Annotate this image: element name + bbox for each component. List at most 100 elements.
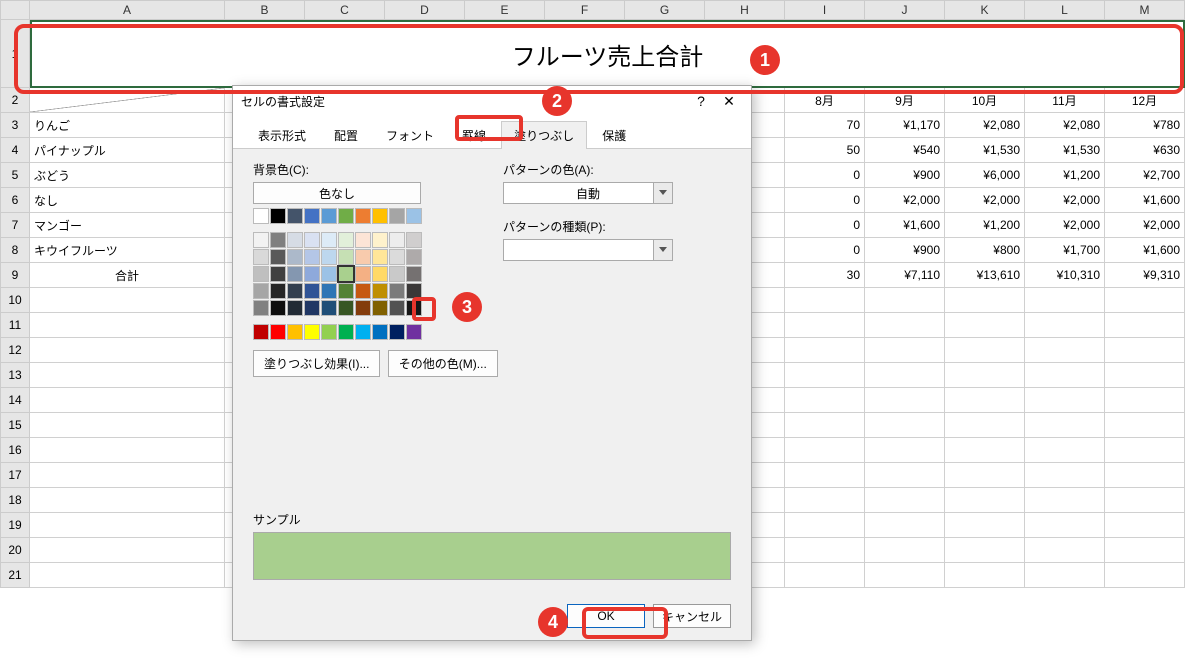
data-cell[interactable]: ¥2,000 xyxy=(1105,213,1185,238)
empty-cell[interactable] xyxy=(30,363,225,388)
empty-cell[interactable] xyxy=(1105,388,1185,413)
empty-cell[interactable] xyxy=(30,488,225,513)
color-swatch[interactable] xyxy=(304,266,320,282)
empty-cell[interactable] xyxy=(785,488,865,513)
empty-cell[interactable] xyxy=(945,363,1025,388)
color-swatch[interactable] xyxy=(372,249,388,265)
row-label-cell[interactable]: りんご xyxy=(30,113,225,138)
empty-cell[interactable] xyxy=(1025,563,1105,588)
column-header-C[interactable]: C xyxy=(305,0,385,20)
data-cell[interactable]: ¥2,080 xyxy=(1025,113,1105,138)
color-swatch[interactable] xyxy=(270,249,286,265)
empty-cell[interactable] xyxy=(785,388,865,413)
color-swatch[interactable] xyxy=(406,208,422,224)
empty-cell[interactable] xyxy=(1025,513,1105,538)
empty-cell[interactable] xyxy=(865,388,945,413)
color-swatch[interactable] xyxy=(338,232,354,248)
column-header-H[interactable]: H xyxy=(705,0,785,20)
color-swatch[interactable] xyxy=(304,300,320,316)
empty-cell[interactable] xyxy=(945,313,1025,338)
color-swatch[interactable] xyxy=(321,232,337,248)
data-cell[interactable]: ¥780 xyxy=(1105,113,1185,138)
data-cell[interactable]: ¥2,000 xyxy=(1025,188,1105,213)
empty-cell[interactable] xyxy=(785,413,865,438)
color-swatch[interactable] xyxy=(338,300,354,316)
data-cell[interactable]: 0 xyxy=(785,163,865,188)
empty-cell[interactable] xyxy=(30,563,225,588)
color-swatch[interactable] xyxy=(338,283,354,299)
row-header-21[interactable]: 21 xyxy=(0,563,30,588)
color-swatch[interactable] xyxy=(372,324,388,340)
empty-cell[interactable] xyxy=(30,413,225,438)
empty-cell[interactable] xyxy=(945,488,1025,513)
empty-cell[interactable] xyxy=(945,288,1025,313)
data-cell[interactable]: ¥1,200 xyxy=(945,213,1025,238)
empty-cell[interactable] xyxy=(1025,338,1105,363)
color-swatch[interactable] xyxy=(389,283,405,299)
column-header-A[interactable]: A xyxy=(30,0,225,20)
color-swatch[interactable] xyxy=(355,208,371,224)
more-colors-button[interactable]: その他の色(M)... xyxy=(388,350,498,377)
color-swatch[interactable] xyxy=(372,300,388,316)
color-swatch[interactable] xyxy=(389,232,405,248)
color-swatch[interactable] xyxy=(372,283,388,299)
color-swatch[interactable] xyxy=(389,249,405,265)
empty-cell[interactable] xyxy=(1105,413,1185,438)
color-swatch[interactable] xyxy=(321,324,337,340)
row-header-4[interactable]: 4 xyxy=(0,138,30,163)
color-swatch[interactable] xyxy=(406,232,422,248)
color-swatch[interactable] xyxy=(338,324,354,340)
empty-cell[interactable] xyxy=(865,438,945,463)
empty-cell[interactable] xyxy=(865,463,945,488)
tab-3[interactable]: 罫線 xyxy=(449,121,499,149)
ok-button[interactable]: OK xyxy=(567,604,645,628)
color-swatch[interactable] xyxy=(406,324,422,340)
color-swatch[interactable] xyxy=(253,283,269,299)
data-cell[interactable]: 0 xyxy=(785,213,865,238)
empty-cell[interactable] xyxy=(945,413,1025,438)
data-cell[interactable]: ¥10,310 xyxy=(1025,263,1105,288)
data-cell[interactable]: 30 xyxy=(785,263,865,288)
data-cell[interactable]: ¥13,610 xyxy=(945,263,1025,288)
month-header[interactable]: 11月 xyxy=(1025,88,1105,113)
row-header-9[interactable]: 9 xyxy=(0,263,30,288)
help-button[interactable]: ? xyxy=(687,89,715,113)
empty-cell[interactable] xyxy=(1105,338,1185,363)
month-header[interactable]: 12月 xyxy=(1105,88,1185,113)
color-swatch[interactable] xyxy=(253,232,269,248)
empty-cell[interactable] xyxy=(30,338,225,363)
select-all-corner[interactable] xyxy=(0,0,30,20)
color-swatch[interactable] xyxy=(270,283,286,299)
column-header-D[interactable]: D xyxy=(385,0,465,20)
tab-5[interactable]: 保護 xyxy=(589,121,639,149)
data-cell[interactable]: ¥9,310 xyxy=(1105,263,1185,288)
color-swatch[interactable] xyxy=(253,266,269,282)
empty-cell[interactable] xyxy=(1025,488,1105,513)
color-swatch[interactable] xyxy=(270,324,286,340)
color-swatch[interactable] xyxy=(304,232,320,248)
data-cell[interactable]: ¥7,110 xyxy=(865,263,945,288)
column-header-M[interactable]: M xyxy=(1105,0,1185,20)
row-header-8[interactable]: 8 xyxy=(0,238,30,263)
row-label-cell[interactable]: ぶどう xyxy=(30,163,225,188)
empty-cell[interactable] xyxy=(1105,363,1185,388)
empty-cell[interactable] xyxy=(1025,388,1105,413)
color-swatch[interactable] xyxy=(355,324,371,340)
no-color-button[interactable]: 色なし xyxy=(253,182,421,204)
empty-cell[interactable] xyxy=(785,538,865,563)
empty-cell[interactable] xyxy=(30,288,225,313)
row-header-1[interactable]: 1 xyxy=(0,20,30,88)
empty-cell[interactable] xyxy=(865,513,945,538)
empty-cell[interactable] xyxy=(1105,438,1185,463)
row-label-cell[interactable]: キウイフルーツ xyxy=(30,238,225,263)
empty-cell[interactable] xyxy=(1105,288,1185,313)
empty-cell[interactable] xyxy=(1105,463,1185,488)
color-swatch[interactable] xyxy=(321,266,337,282)
color-swatch[interactable] xyxy=(406,283,422,299)
color-swatch[interactable] xyxy=(270,208,286,224)
data-cell[interactable]: ¥1,700 xyxy=(1025,238,1105,263)
empty-cell[interactable] xyxy=(865,313,945,338)
color-swatch[interactable] xyxy=(270,266,286,282)
data-cell[interactable]: 50 xyxy=(785,138,865,163)
row-label-cell[interactable]: なし xyxy=(30,188,225,213)
